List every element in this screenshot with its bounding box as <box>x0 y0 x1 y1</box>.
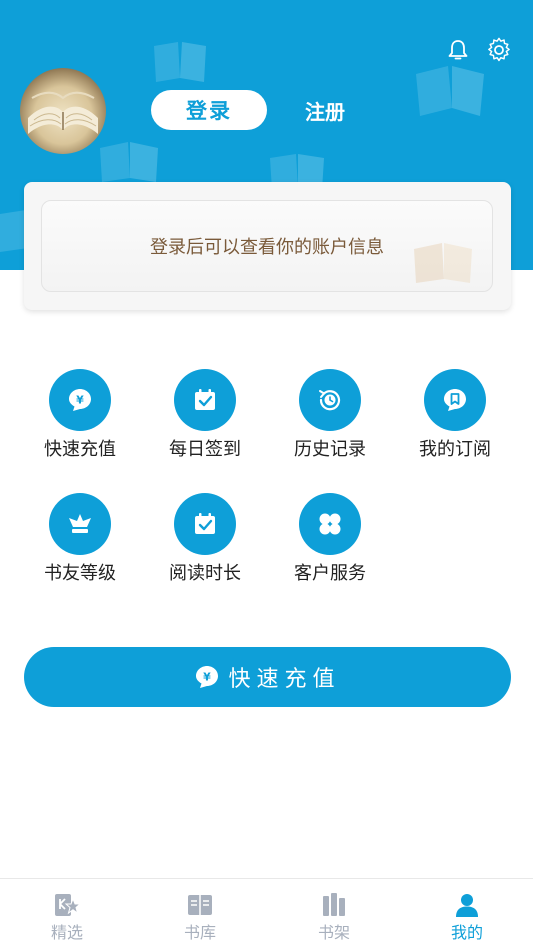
tab-library[interactable]: 书库 <box>165 893 235 947</box>
register-button[interactable]: 注册 <box>290 90 360 130</box>
bottom-tab-bar: 精选 书库 书架 我的 <box>0 878 533 948</box>
bookshelf-icon <box>323 893 345 916</box>
gear-icon <box>488 37 510 62</box>
grid-item-daily-checkin[interactable]: 每日签到 <box>145 369 265 469</box>
yen-icon: ¥ <box>69 389 91 411</box>
settings-button[interactable] <box>485 36 513 64</box>
quick-recharge-label: 快速充值 <box>228 667 341 692</box>
account-info-panel[interactable]: 登录后可以查看你的账户信息 <box>41 200 493 292</box>
tab-label: 我的 <box>450 923 483 942</box>
bell-icon <box>448 40 468 60</box>
svg-text:¥: ¥ <box>204 671 212 684</box>
book-avatar-icon <box>28 91 98 134</box>
tab-featured[interactable]: 精选 <box>32 893 102 947</box>
grid-icon-circle <box>424 369 486 431</box>
decorative-book-icon <box>100 142 158 182</box>
grid-item-quick-recharge[interactable]: ¥ 快速充值 <box>20 369 140 469</box>
featured-icon <box>55 894 80 916</box>
grid-icon-circle <box>49 493 111 555</box>
calendar-check-icon <box>195 389 215 410</box>
grid-icon-circle <box>299 493 361 555</box>
grid-label: 阅读时长 <box>169 563 241 584</box>
login-button[interactable]: 登录 <box>151 90 267 130</box>
tab-label: 精选 <box>50 923 83 942</box>
quick-recharge-button[interactable]: ¥ 快速充值 <box>24 647 511 707</box>
grid-label: 历史记录 <box>294 439 366 460</box>
grid-item-subscriptions[interactable]: 我的订阅 <box>395 369 515 469</box>
clover-icon <box>319 513 341 535</box>
tab-label: 书架 <box>317 923 350 942</box>
grid-label: 客户服务 <box>294 563 366 584</box>
tab-label: 书库 <box>183 923 216 942</box>
decorative-book-icon <box>414 243 472 283</box>
account-info-message: 登录后可以查看你的账户信息 <box>150 237 384 258</box>
grid-icon-circle <box>174 369 236 431</box>
grid-icon-circle <box>174 493 236 555</box>
grid-icon-circle <box>299 369 361 431</box>
grid-item-customer-service[interactable]: 客户服务 <box>270 493 390 593</box>
grid-label: 我的订阅 <box>419 439 491 460</box>
account-info-card: 登录后可以查看你的账户信息 <box>24 182 511 310</box>
grid-item-reader-level[interactable]: 书友等级 <box>20 493 140 593</box>
library-icon <box>188 895 212 915</box>
tab-bookshelf[interactable]: 书架 <box>299 893 369 947</box>
yen-icon: ¥ <box>196 666 219 688</box>
avatar[interactable] <box>20 68 106 154</box>
profile-page: 登录 注册 登录后可以查看你的账户信息 ¥ 快速充值 每日签到 历史记录 我的订… <box>0 0 533 948</box>
decorative-book-icon <box>154 42 206 82</box>
grid-label: 每日签到 <box>169 439 241 460</box>
notification-bell-button[interactable] <box>444 36 472 64</box>
tab-mine[interactable]: 我的 <box>432 893 502 947</box>
grid-item-reading-time[interactable]: 阅读时长 <box>145 493 265 593</box>
decorative-book-icon <box>416 66 484 116</box>
bookmark-icon <box>444 389 466 411</box>
history-clock-icon <box>319 390 341 411</box>
svg-text:¥: ¥ <box>76 394 84 407</box>
crown-icon <box>69 514 91 533</box>
calendar-check-icon <box>195 513 215 534</box>
grid-icon-circle: ¥ <box>49 369 111 431</box>
grid-label: 书友等级 <box>44 563 116 584</box>
grid-label: 快速充值 <box>44 439 116 460</box>
profile-icon <box>456 894 478 917</box>
grid-item-history[interactable]: 历史记录 <box>270 369 390 469</box>
